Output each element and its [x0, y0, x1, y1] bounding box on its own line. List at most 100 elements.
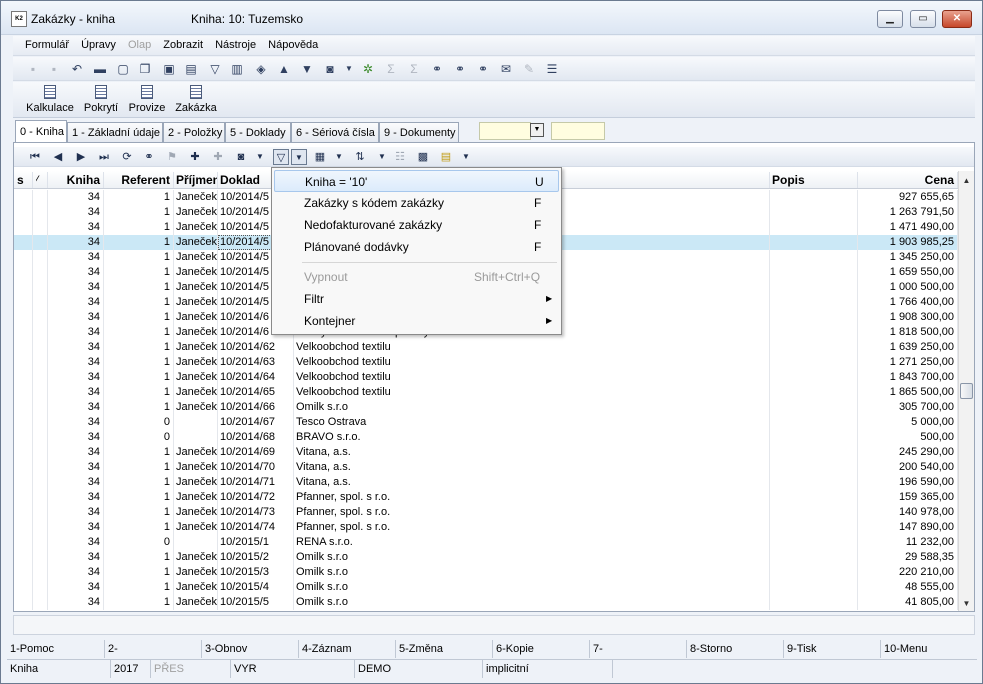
chevron-down-icon[interactable]: ▼ [458, 149, 474, 165]
columns-icon[interactable]: ▦ [312, 149, 328, 165]
menu-formular[interactable]: Formulář [25, 39, 69, 51]
chevron-down-icon[interactable]: ▼ [331, 149, 347, 165]
table-row[interactable]: 34 1 Janeček 10/2015/5 Omilk s.r.o 41 805,00 [14, 595, 958, 610]
new-document-icon[interactable]: ▢ [115, 61, 131, 77]
menu-item-kontejner[interactable]: Kontejner ▶ [274, 310, 559, 332]
scroll-thumb[interactable] [960, 383, 973, 399]
menu-upravy[interactable]: Úpravy [81, 39, 116, 51]
table-row[interactable]: 34 1 Janeček 10/2014/63 Velkoobchod textilu 1… [14, 355, 958, 370]
export-excel-icon[interactable]: ▩ [415, 149, 431, 165]
kalkulace-button[interactable]: Kalkulace [25, 85, 75, 114]
book-input[interactable] [551, 122, 605, 140]
tab-zakladni-udaje[interactable]: 1 - Základní údaje [67, 122, 163, 142]
table-row[interactable]: 34 0 10/2014/68 BRAVO s.r.o. 500,00 [14, 430, 958, 445]
save-icon[interactable]: ▪ [25, 61, 41, 77]
report-list-icon[interactable]: ▤ [438, 149, 454, 165]
fkey-4[interactable]: 4-Záznam [299, 640, 396, 658]
pokryti-button[interactable]: Pokrytí [83, 85, 119, 114]
sort-icon[interactable]: ⇅ [352, 149, 368, 165]
table-row[interactable]: 34 1 Janeček 10/2014/62 Velkoobchod textilu 1… [14, 340, 958, 355]
table-row[interactable]: 34 1 Janeček 10/2014/70 Vitana, a.s. 200 540,… [14, 460, 958, 475]
remove-mark-icon[interactable]: ✚ [210, 149, 226, 165]
tab-seriova-cisla[interactable]: 6 - Sériová čísla [291, 122, 379, 142]
table-row[interactable]: 34 1 Janeček 10/2014/73 Pfanner, spol. s r.o… [14, 505, 958, 520]
first-record-icon[interactable]: ⏮ [27, 149, 43, 165]
menu-item-zakazky-kod[interactable]: Zakázky s kódem zakázky F [274, 192, 559, 214]
fkey-5[interactable]: 5-Změna [396, 640, 493, 658]
undo-icon[interactable]: ↶ [69, 61, 85, 77]
book-combo[interactable] [479, 122, 531, 140]
recycle-icon[interactable]: ✲ [360, 61, 376, 77]
list-menu-icon[interactable]: ☰ [544, 61, 560, 77]
tab-dokumenty[interactable]: 9 - Dokumenty [379, 122, 459, 142]
arrow-down-icon[interactable]: ▼ [299, 61, 315, 77]
menu-item-planovane-dodavky[interactable]: Plánované dodávky F [274, 236, 559, 258]
close-button[interactable]: ✕ [942, 10, 972, 28]
table-row[interactable]: 34 1 Janeček 10/2015/4 Omilk s.r.o 48 555,00 [14, 580, 958, 595]
find-mark-icon[interactable]: ⚭ [475, 61, 491, 77]
table-row[interactable]: 34 1 Janeček 10/2014/71 Vitana, a.s. 196 590,… [14, 475, 958, 490]
layers-icon[interactable]: ◈ [253, 61, 269, 77]
last-record-icon[interactable]: ⏭ [96, 149, 112, 165]
book-icon[interactable]: ▤ [183, 61, 199, 77]
table-row[interactable]: 34 0 10/2014/67 Tesco Ostrava 5 000,00 [14, 415, 958, 430]
menu-item-nedofakturovane[interactable]: Nedofakturované zakázky F [274, 214, 559, 236]
camera-icon[interactable]: ◙ [322, 61, 338, 77]
report-icon[interactable]: ▥ [229, 61, 245, 77]
tree-icon[interactable]: ☷ [392, 149, 408, 165]
tab-polozky[interactable]: 2 - Položky [163, 122, 225, 142]
filter-icon[interactable]: ▽ [273, 149, 289, 165]
col-cena[interactable]: Cena [858, 172, 958, 188]
col-kniha[interactable]: Kniha [48, 172, 104, 188]
tab-kniha[interactable]: 0 - Kniha [15, 120, 67, 142]
provize-button[interactable]: Provize [127, 85, 167, 114]
binoculars-icon[interactable]: ⚭ [429, 61, 445, 77]
col-prijmeni[interactable]: Příjmen [174, 172, 218, 188]
refresh-icon[interactable]: ⟳ [119, 149, 135, 165]
col-sort-mark[interactable]: ⁄ [36, 172, 48, 188]
copy-icon[interactable]: ❐ [137, 61, 153, 77]
fkey-9[interactable]: 9-Tisk [784, 640, 881, 658]
fkey-2[interactable]: 2- [105, 640, 202, 658]
menu-nastroje[interactable]: Nástroje [215, 39, 256, 51]
lock-icon[interactable]: ▣ [161, 61, 177, 77]
filter-icon[interactable]: ▽ [207, 61, 223, 77]
arrow-up-icon[interactable]: ▲ [276, 61, 292, 77]
open-folder-icon[interactable]: ▬ [92, 61, 108, 77]
table-row[interactable]: 34 1 Janeček 10/2014/69 Vitana, a.s. 245 290,… [14, 445, 958, 460]
vertical-scrollbar[interactable]: ▲ ▼ [958, 171, 974, 611]
minimize-button[interactable]: ▁ [877, 10, 903, 28]
menu-napoveda[interactable]: Nápověda [268, 39, 318, 51]
binoculars-icon[interactable]: ⚭ [141, 149, 157, 165]
fkey-10[interactable]: 10-Menu [881, 640, 977, 658]
table-row[interactable]: 34 1 Janeček 10/2015/2 Omilk s.r.o 29 588,35 [14, 550, 958, 565]
menu-item-filtr[interactable]: Filtr ▶ [274, 288, 559, 310]
scroll-down-icon[interactable]: ▼ [959, 596, 974, 611]
table-row[interactable]: 34 0 10/2015/1 RENA s.r.o. 11 232,00 [14, 535, 958, 550]
zakazka-button[interactable]: Zakázka [173, 85, 219, 114]
table-row[interactable]: 34 1 Janeček 10/2014/74 Pfanner, spol. s r.o… [14, 520, 958, 535]
table-row[interactable]: 34 1 Janeček 10/2014/66 Omilk s.r.o 305 700,0… [14, 400, 958, 415]
chevron-down-icon[interactable]: ▼ [252, 149, 268, 165]
sum-filter-icon[interactable]: Σ [406, 61, 422, 77]
add-mark-icon[interactable]: ✚ [187, 149, 203, 165]
tag-icon[interactable]: ⚑ [164, 149, 180, 165]
table-row[interactable]: 34 1 Janeček 10/2014/64 Velkoobchod textilu 1… [14, 370, 958, 385]
table-row[interactable]: 34 1 Janeček 10/2014/72 Pfanner, spol. s r.o… [14, 490, 958, 505]
chevron-down-icon[interactable]: ▼ [341, 61, 357, 77]
table-row[interactable]: 34 1 Janeček 10/2014/65 Velkoobchod textilu 1… [14, 385, 958, 400]
col-popis[interactable]: Popis [770, 172, 858, 188]
fkey-1[interactable]: 1-Pomoc [7, 640, 105, 658]
edit-icon[interactable]: ✎ [521, 61, 537, 77]
fkey-8[interactable]: 8-Storno [687, 640, 784, 658]
find-next-icon[interactable]: ⚭ [452, 61, 468, 77]
fkey-7[interactable]: 7- [590, 640, 687, 658]
col-referent[interactable]: Referent [104, 172, 174, 188]
fkey-6[interactable]: 6-Kopie [493, 640, 590, 658]
camera-icon[interactable]: ◙ [233, 149, 249, 165]
scroll-up-icon[interactable]: ▲ [959, 173, 974, 188]
table-row[interactable]: 34 1 Janeček 10/2015/3 Omilk s.r.o 220 210,00 [14, 565, 958, 580]
filter-dropdown-icon[interactable]: ▼ [291, 149, 307, 165]
tab-doklady[interactable]: 5 - Doklady [225, 122, 291, 142]
chevron-down-icon[interactable]: ▼ [374, 149, 390, 165]
